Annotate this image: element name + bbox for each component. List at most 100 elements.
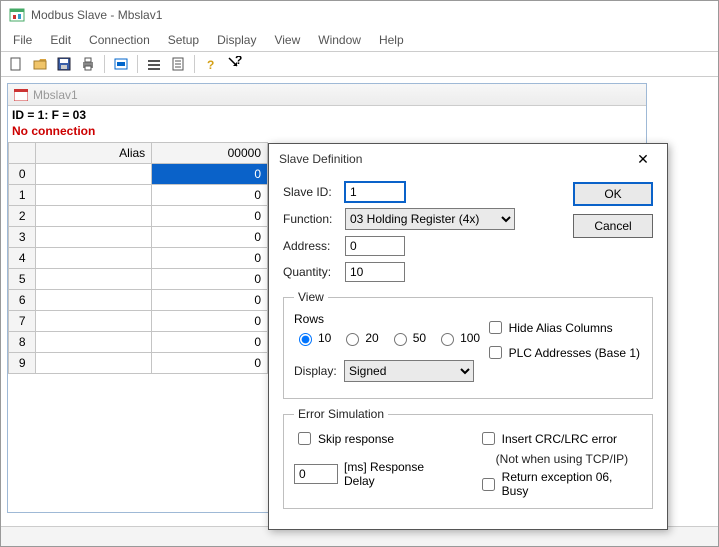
display-label: Display: (294, 364, 344, 378)
table-row[interactable]: 90 (9, 353, 268, 374)
menu-edit[interactable]: Edit (42, 31, 79, 49)
table-row[interactable]: 60 (9, 290, 268, 311)
cell-alias[interactable] (36, 248, 152, 269)
cell-value[interactable]: 0 (152, 164, 268, 185)
slave-id-label: Slave ID: (283, 185, 345, 199)
table-row[interactable]: 50 (9, 269, 268, 290)
grid-corner (9, 143, 36, 164)
view-legend: View (294, 290, 328, 304)
new-icon[interactable] (5, 53, 27, 75)
plc-addresses-checkbox[interactable]: PLC Addresses (Base 1) (485, 343, 640, 362)
cell-value[interactable]: 0 (152, 206, 268, 227)
help-icon[interactable]: ? (200, 53, 222, 75)
address-input[interactable] (345, 236, 405, 256)
rows-50-radio[interactable]: 50 (389, 330, 426, 346)
display-select[interactable]: Signed (344, 360, 474, 382)
col-alias[interactable]: Alias (36, 143, 152, 164)
row-index: 2 (9, 206, 36, 227)
document-icon (14, 89, 28, 101)
app-icon (9, 7, 25, 23)
cell-value[interactable]: 0 (152, 269, 268, 290)
menu-display[interactable]: Display (209, 31, 264, 49)
table-row[interactable]: 10 (9, 185, 268, 206)
no-connection-label: No connection (8, 124, 646, 142)
close-icon[interactable]: ✕ (629, 149, 657, 169)
menu-file[interactable]: File (5, 31, 40, 49)
cell-value[interactable]: 0 (152, 290, 268, 311)
cell-value[interactable]: 0 (152, 311, 268, 332)
row-index: 0 (9, 164, 36, 185)
svg-text:?: ? (207, 58, 214, 72)
menu-view[interactable]: View (266, 31, 308, 49)
rows-100-radio[interactable]: 100 (436, 330, 480, 346)
cell-alias[interactable] (36, 227, 152, 248)
cell-alias[interactable] (36, 206, 152, 227)
report-icon[interactable] (167, 53, 189, 75)
dialog-titlebar[interactable]: Slave Definition ✕ (269, 144, 667, 174)
toolbar-separator (137, 55, 138, 73)
dialog-buttons: OK Cancel (573, 182, 653, 238)
rows-10-radio[interactable]: 10 (294, 330, 331, 346)
row-index: 1 (9, 185, 36, 206)
table-row[interactable]: 30 (9, 227, 268, 248)
cell-alias[interactable] (36, 311, 152, 332)
menu-window[interactable]: Window (310, 31, 369, 49)
cell-alias[interactable] (36, 332, 152, 353)
toolbar-separator (104, 55, 105, 73)
ok-button[interactable]: OK (573, 182, 653, 206)
slave-definition-dialog: Slave Definition ✕ OK Cancel Slave ID: F… (268, 143, 668, 530)
register-grid[interactable]: Alias 00000 00 10 20 30 40 50 60 70 80 9… (8, 142, 268, 374)
slave-id-input[interactable] (345, 182, 405, 202)
cell-value[interactable]: 0 (152, 353, 268, 374)
cell-value[interactable]: 0 (152, 227, 268, 248)
skip-response-checkbox[interactable]: Skip response (294, 429, 458, 448)
svg-text:?: ? (235, 56, 242, 67)
dialog-body: OK Cancel Slave ID: Function: 03 Holding… (269, 174, 667, 529)
child-title: Mbslav1 (33, 88, 78, 102)
menu-connection[interactable]: Connection (81, 31, 158, 49)
quantity-label: Quantity: (283, 265, 345, 279)
open-icon[interactable] (29, 53, 51, 75)
save-icon[interactable] (53, 53, 75, 75)
table-row[interactable]: 00 (9, 164, 268, 185)
table-row[interactable]: 80 (9, 332, 268, 353)
toolbar: ? ? (1, 51, 718, 77)
menu-help[interactable]: Help (371, 31, 412, 49)
rows-20-radio[interactable]: 20 (341, 330, 378, 346)
table-row[interactable]: 40 (9, 248, 268, 269)
context-help-icon[interactable]: ? (224, 53, 246, 75)
cancel-button[interactable]: Cancel (573, 214, 653, 238)
setup-icon[interactable] (143, 53, 165, 75)
cell-alias[interactable] (36, 269, 152, 290)
error-legend: Error Simulation (294, 407, 388, 421)
hide-alias-checkbox[interactable]: Hide Alias Columns (485, 318, 640, 337)
row-index: 5 (9, 269, 36, 290)
menu-setup[interactable]: Setup (160, 31, 207, 49)
print-icon[interactable] (77, 53, 99, 75)
row-index: 9 (9, 353, 36, 374)
table-row[interactable]: 70 (9, 311, 268, 332)
connect-icon[interactable] (110, 53, 132, 75)
table-row[interactable]: 20 (9, 206, 268, 227)
child-titlebar[interactable]: Mbslav1 (8, 84, 646, 106)
response-delay-input[interactable] (294, 464, 338, 484)
return-exception-checkbox[interactable]: Return exception 06, Busy (478, 470, 642, 498)
col-value[interactable]: 00000 (152, 143, 268, 164)
cell-value[interactable]: 0 (152, 185, 268, 206)
insert-crc-note: (Not when using TCP/IP) (478, 452, 642, 466)
insert-crc-checkbox[interactable]: Insert CRC/LRC error (478, 429, 642, 448)
cell-alias[interactable] (36, 353, 152, 374)
cell-alias[interactable] (36, 290, 152, 311)
function-select[interactable]: 03 Holding Register (4x) (345, 208, 515, 230)
dialog-title: Slave Definition (279, 152, 362, 166)
cell-alias[interactable] (36, 185, 152, 206)
cell-value[interactable]: 0 (152, 332, 268, 353)
quantity-input[interactable] (345, 262, 405, 282)
row-index: 6 (9, 290, 36, 311)
cell-alias[interactable] (36, 164, 152, 185)
titlebar: Modbus Slave - Mbslav1 (1, 1, 718, 29)
menubar: File Edit Connection Setup Display View … (1, 29, 718, 51)
row-index: 7 (9, 311, 36, 332)
cell-value[interactable]: 0 (152, 248, 268, 269)
row-index: 3 (9, 227, 36, 248)
